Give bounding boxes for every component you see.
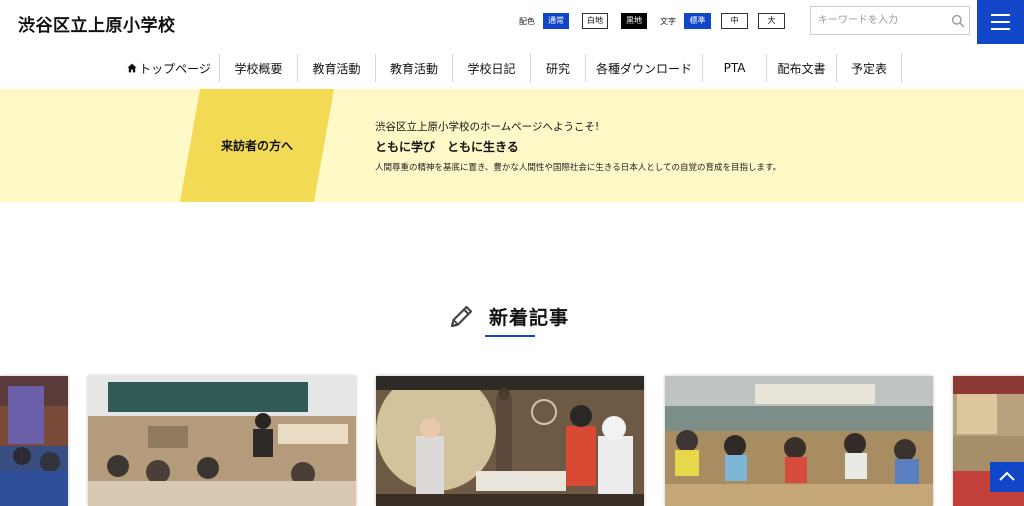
font-large-button[interactable]: 大 [758, 13, 785, 29]
article-card[interactable] [0, 376, 68, 506]
chevron-up-icon [999, 471, 1015, 481]
school-motto: ともに学び ともに生きる [375, 140, 519, 154]
nav-item-label: 教育活動 [389, 61, 438, 76]
font-size-label: 文字 [660, 16, 676, 26]
nav-item-downloads[interactable]: 各種ダウンロード [585, 54, 702, 82]
hamburger-icon-bar [991, 21, 1010, 23]
article-thumbnail [0, 376, 68, 506]
nav-item-documents[interactable]: 配布文書 [766, 54, 836, 82]
nav-item-diary[interactable]: 学校日記 [452, 54, 530, 82]
visitor-info-link[interactable]: 来訪者の方へ [180, 89, 334, 202]
article-card[interactable] [376, 376, 644, 506]
site-header: 渋谷区立上原小学校 配色 通常 白地 黒地 文字 標準 中 大 [0, 0, 1024, 46]
search-icon[interactable] [951, 14, 965, 28]
search-box [810, 6, 970, 35]
font-size-switcher: 文字 標準 中 大 [660, 13, 795, 29]
school-goal: 人間尊重の精神を基底に置き、豊かな人間性や国際社会に生きる日本人としての自覚の育… [375, 163, 782, 173]
section-title: 新着記事 [489, 307, 570, 329]
article-card[interactable] [665, 376, 933, 506]
pencil-icon [450, 305, 473, 328]
color-scheme-switcher: 配色 通常 白地 黒地 [519, 13, 660, 29]
new-articles-heading: 新着記事 [0, 300, 1024, 340]
font-medium-button[interactable]: 中 [721, 13, 748, 29]
nav-item-education-1[interactable]: 教育活動 [297, 54, 375, 82]
nav-item-label: トップページ [139, 61, 211, 76]
nav-item-label: 予定表 [850, 61, 887, 76]
welcome-message: 渋谷区立上原小学校のホームページへようこそ! [375, 121, 600, 133]
nav-item-top[interactable]: トップページ [119, 54, 219, 82]
section-underline [485, 335, 535, 337]
nav-item-overview[interactable]: 学校概要 [219, 54, 297, 82]
color-black-button[interactable]: 黒地 [621, 13, 647, 29]
search-input[interactable] [811, 7, 948, 34]
font-standard-button[interactable]: 標準 [684, 13, 711, 29]
hamburger-icon-bar [991, 28, 1010, 30]
nav-item-label: PTA [723, 61, 746, 75]
nav-item-label: 各種ダウンロード [595, 61, 692, 76]
article-card[interactable] [88, 376, 356, 506]
nav-item-label: 教育活動 [312, 61, 361, 76]
hamburger-menu-button[interactable] [977, 0, 1024, 44]
home-icon [127, 63, 137, 73]
nav-item-label: 配布文書 [777, 61, 826, 76]
nav-item-label: 学校概要 [234, 61, 283, 76]
color-normal-button[interactable]: 通常 [543, 13, 569, 29]
nav-item-schedule[interactable]: 予定表 [836, 54, 902, 82]
color-white-button[interactable]: 白地 [582, 13, 608, 29]
article-thumbnail [376, 376, 644, 506]
hamburger-icon [991, 14, 1010, 16]
nav-item-label: 学校日記 [467, 61, 516, 76]
back-to-top-button[interactable] [990, 462, 1024, 492]
site-title[interactable]: 渋谷区立上原小学校 [18, 11, 176, 36]
article-thumbnail [665, 376, 933, 506]
global-nav-list: トップページ 学校概要 教育活動 教育活動 学校日記 研究 各種ダウンロード P… [119, 54, 902, 82]
article-thumbnail [88, 376, 356, 506]
nav-item-education-2[interactable]: 教育活動 [375, 54, 452, 82]
global-nav: トップページ 学校概要 教育活動 教育活動 学校日記 研究 各種ダウンロード P… [0, 54, 1024, 84]
nav-item-pta[interactable]: PTA [702, 54, 766, 82]
welcome-band: 来訪者の方へ 渋谷区立上原小学校のホームページへようこそ! ともに学び ともに生… [0, 89, 1024, 202]
color-scheme-label: 配色 [519, 16, 535, 26]
nav-item-label: 研究 [545, 61, 570, 76]
nav-item-research[interactable]: 研究 [530, 54, 585, 82]
